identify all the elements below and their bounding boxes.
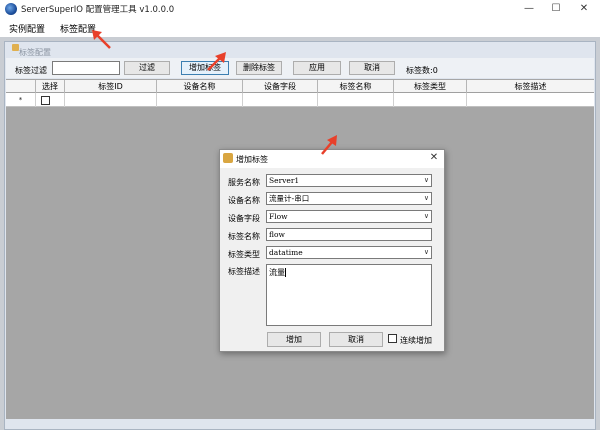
tag-description-value: 流量: [269, 268, 285, 277]
chevron-down-icon[interactable]: ∨: [424, 193, 429, 204]
annotation-arrow-dialog: [321, 135, 337, 155]
grid-header-tag-id[interactable]: 标签ID: [65, 80, 157, 93]
grid-header: 选择 标签ID 设备名称 设备字段 标签名称 标签类型 标签描述: [6, 80, 594, 93]
device-field-cell[interactable]: [243, 93, 318, 107]
grid-header-tag-type[interactable]: 标签类型: [394, 80, 467, 93]
tag-description-textarea[interactable]: 流量: [266, 264, 432, 326]
annotation-arrow-add-button: [207, 52, 226, 71]
device-name-select[interactable]: 流量计-串口 ∨: [266, 192, 432, 205]
tag-type-label: 标签类型: [228, 250, 260, 259]
delete-tag-button[interactable]: 删除标签: [236, 61, 282, 75]
app-logo-icon: [5, 3, 17, 15]
annotation-arrow-menu: [92, 30, 111, 49]
dialog-close-icon[interactable]: ✕: [428, 152, 440, 164]
continuous-add-checkbox[interactable]: [388, 334, 397, 343]
dialog-tag-icon: [223, 153, 233, 163]
device-name-label: 设备名称: [228, 196, 260, 205]
service-name-value: Server1: [269, 176, 300, 185]
tag-name-cell[interactable]: [318, 93, 394, 107]
grid-header-select[interactable]: 选择: [36, 80, 65, 93]
tag-type-cell[interactable]: [394, 93, 467, 107]
device-field-value: Flow: [269, 212, 288, 221]
chevron-down-icon[interactable]: ∨: [424, 175, 429, 186]
tag-name-value: flow: [269, 230, 285, 239]
device-name-cell[interactable]: [157, 93, 243, 107]
device-field-select[interactable]: Flow ∨: [266, 210, 432, 223]
tag-window-icon: [12, 44, 19, 51]
grid-header-device-field[interactable]: 设备字段: [243, 80, 318, 93]
minimize-icon[interactable]: —: [522, 2, 536, 16]
close-icon[interactable]: ✕: [577, 2, 591, 16]
continuous-add-label: 连续增加: [400, 336, 432, 345]
apply-button[interactable]: 应用: [293, 61, 341, 75]
dialog-cancel-button[interactable]: 取消: [329, 332, 383, 347]
chevron-down-icon[interactable]: ∨: [424, 247, 429, 258]
tag-name-label: 标签名称: [228, 232, 260, 241]
menu-item-instance-config[interactable]: 实例配置: [9, 22, 45, 35]
filter-input[interactable]: [52, 61, 120, 75]
filter-label: 标签过滤: [15, 66, 47, 75]
cancel-button[interactable]: 取消: [349, 61, 395, 75]
tag-count: 标签数:0: [406, 66, 438, 75]
tag-name-input[interactable]: flow: [266, 228, 432, 241]
grid-header-device-name[interactable]: 设备名称: [157, 80, 243, 93]
tag-id-cell[interactable]: [65, 93, 157, 107]
maximize-icon[interactable]: ☐: [549, 2, 563, 16]
text-caret: [285, 268, 286, 277]
dialog-title: 增加标签: [236, 155, 268, 164]
grid-header-tag-name[interactable]: 标签名称: [318, 80, 394, 93]
table-row[interactable]: *: [6, 93, 594, 107]
service-name-label: 服务名称: [228, 178, 260, 187]
grid-header-tag-description[interactable]: 标签描述: [467, 80, 594, 93]
select-checkbox[interactable]: [41, 96, 50, 105]
chevron-down-icon[interactable]: ∨: [424, 211, 429, 222]
child-window-title: 标签配置: [19, 48, 51, 57]
dialog-add-button[interactable]: 增加: [267, 332, 321, 347]
tag-type-select[interactable]: datatime ∨: [266, 246, 432, 259]
window-title: ServerSuperIO 配置管理工具 v1.0.0.0: [21, 5, 175, 15]
service-name-select[interactable]: Server1 ∨: [266, 174, 432, 187]
tag-description-label: 标签描述: [228, 267, 260, 276]
tag-description-cell[interactable]: [467, 93, 594, 107]
device-name-value: 流量计-串口: [269, 194, 310, 203]
row-header-new: *: [6, 93, 36, 107]
window-titlebar: ServerSuperIO 配置管理工具 v1.0.0.0 — ☐ ✕: [0, 0, 600, 18]
device-field-label: 设备字段: [228, 214, 260, 223]
filter-button[interactable]: 过滤: [124, 61, 170, 75]
grid-header-rowheader: [6, 80, 36, 93]
tag-type-value: datatime: [269, 248, 303, 257]
